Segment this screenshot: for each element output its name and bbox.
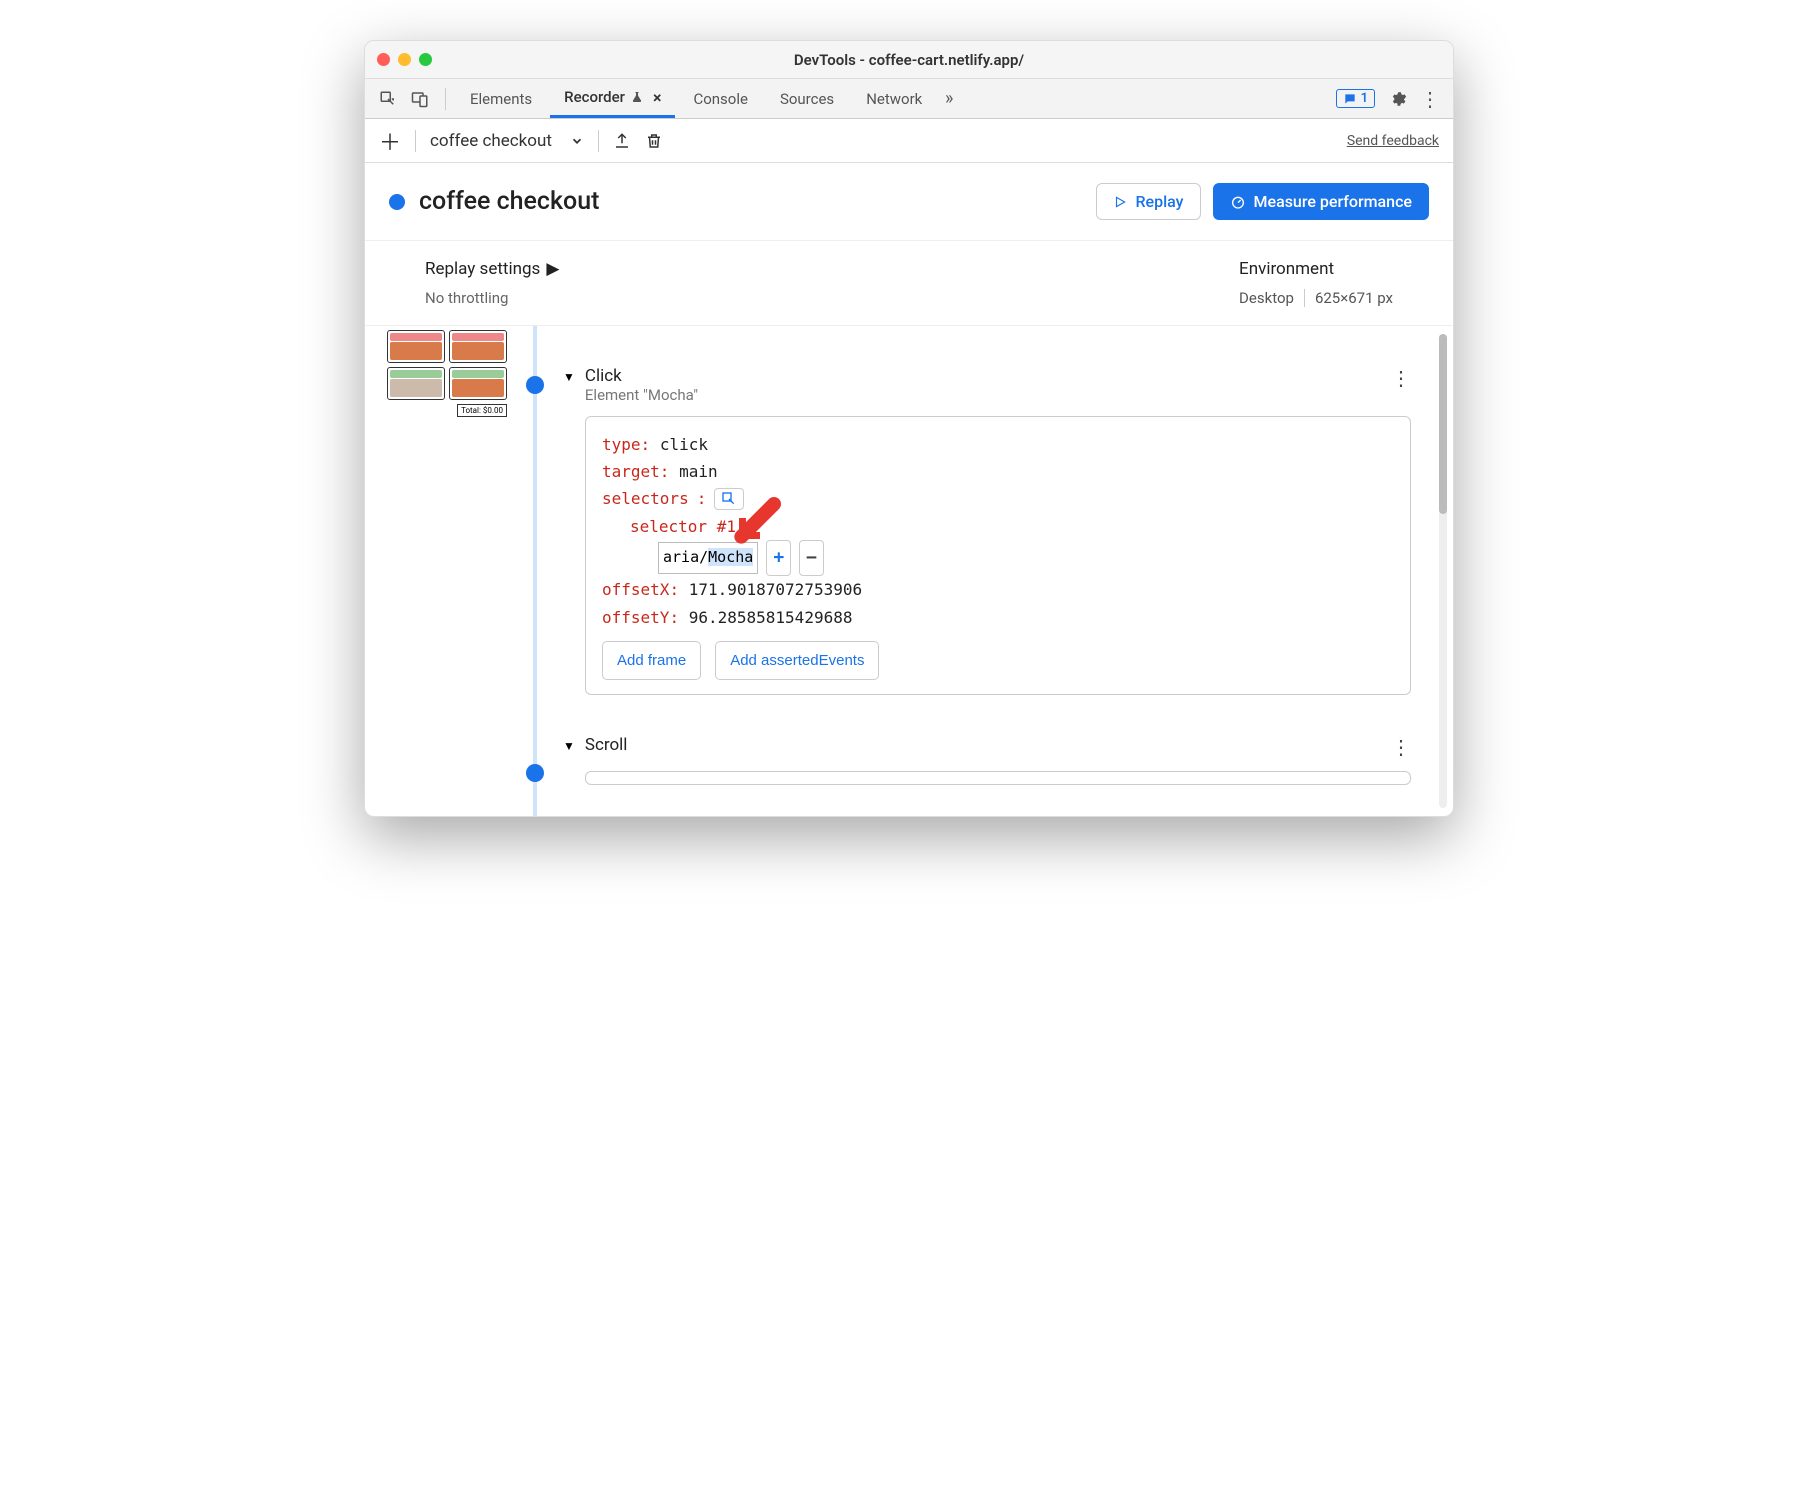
replay-settings-toggle[interactable]: Replay settings ▶ — [425, 259, 559, 279]
device-toggle-icon[interactable] — [411, 90, 429, 108]
titlebar: DevTools - coffee-cart.netlify.app/ — [365, 41, 1453, 79]
inspect-icon[interactable] — [379, 90, 397, 108]
timeline: Total: $0.00 ▼ Click Element "Mocha" — [365, 326, 1453, 816]
measure-label: Measure performance — [1254, 192, 1413, 211]
close-window-icon[interactable] — [377, 53, 390, 66]
close-tab-icon[interactable]: × — [653, 88, 662, 107]
delete-icon[interactable] — [645, 132, 663, 150]
traffic-lights — [377, 53, 432, 66]
step-click: ▼ Click Element "Mocha" ⋮ type: click ta… — [563, 366, 1411, 695]
tab-elements[interactable]: Elements — [456, 79, 546, 118]
measure-performance-button[interactable]: Measure performance — [1213, 183, 1430, 220]
settings-section: Replay settings ▶ No throttling Environm… — [365, 241, 1453, 326]
thumbnail-total: Total: $0.00 — [457, 404, 507, 417]
selector-input[interactable]: aria/Mocha — [658, 542, 758, 574]
pick-selector-icon[interactable] — [714, 488, 744, 510]
step-title: Click — [585, 366, 698, 386]
status-dot-icon — [389, 194, 405, 210]
minimize-window-icon[interactable] — [398, 53, 411, 66]
more-tabs-icon[interactable]: » — [940, 90, 958, 108]
recording-header: coffee checkout Replay Measure performan… — [365, 163, 1453, 241]
devtools-tabbar: Elements Recorder × Console Sources Netw… — [365, 79, 1453, 119]
recording-selector[interactable]: coffee checkout — [430, 131, 584, 151]
screenshot-thumbnail: Total: $0.00 — [387, 326, 507, 816]
page-title: coffee checkout — [419, 187, 599, 216]
remove-selector-button[interactable]: − — [799, 540, 824, 577]
tab-console[interactable]: Console — [679, 79, 762, 118]
throttling-label: No throttling — [425, 289, 559, 307]
viewport-label: 625×671 px — [1315, 289, 1393, 307]
export-icon[interactable] — [613, 132, 631, 150]
step-details: type: click target: main selectors: sele… — [585, 416, 1411, 695]
step-menu-icon[interactable]: ⋮ — [1391, 366, 1411, 390]
kebab-icon[interactable]: ⋮ — [1421, 90, 1439, 108]
timeline-dot-icon — [526, 376, 544, 394]
step-subtitle: Element "Mocha" — [585, 386, 698, 404]
tab-network[interactable]: Network — [852, 79, 936, 118]
caret-right-icon: ▶ — [546, 259, 559, 279]
devtools-window: DevTools - coffee-cart.netlify.app/ Elem… — [364, 40, 1454, 817]
recorder-toolbar: ＋ coffee checkout Send feedback — [365, 119, 1453, 163]
tab-recorder[interactable]: Recorder × — [550, 79, 675, 118]
send-feedback-link[interactable]: Send feedback — [1347, 133, 1439, 149]
issues-count: 1 — [1361, 91, 1368, 106]
replay-label: Replay — [1135, 192, 1183, 211]
maximize-window-icon[interactable] — [419, 53, 432, 66]
add-asserted-events-button[interactable]: Add assertedEvents — [715, 641, 879, 681]
recording-name-label: coffee checkout — [430, 131, 552, 151]
add-selector-button[interactable]: + — [766, 540, 791, 577]
step-menu-icon[interactable]: ⋮ — [1391, 735, 1411, 759]
window-title: DevTools - coffee-cart.netlify.app/ — [365, 51, 1453, 69]
new-recording-icon[interactable]: ＋ — [379, 125, 401, 157]
tab-sources[interactable]: Sources — [766, 79, 848, 118]
timeline-dot-icon — [526, 764, 544, 782]
flask-icon — [631, 90, 643, 104]
caret-down-icon[interactable]: ▼ — [563, 370, 575, 384]
step-scroll: ▼ Scroll ⋮ — [563, 735, 1411, 785]
environment-heading: Environment — [1239, 259, 1334, 279]
add-frame-button[interactable]: Add frame — [602, 641, 701, 681]
step-title: Scroll — [585, 735, 628, 755]
gear-icon[interactable] — [1389, 90, 1407, 108]
chevron-down-icon — [570, 134, 584, 148]
scrollbar[interactable] — [1439, 334, 1447, 808]
caret-down-icon[interactable]: ▼ — [563, 739, 575, 753]
device-label: Desktop — [1239, 289, 1294, 307]
issues-badge[interactable]: 1 — [1336, 89, 1375, 108]
replay-button[interactable]: Replay — [1096, 183, 1200, 220]
